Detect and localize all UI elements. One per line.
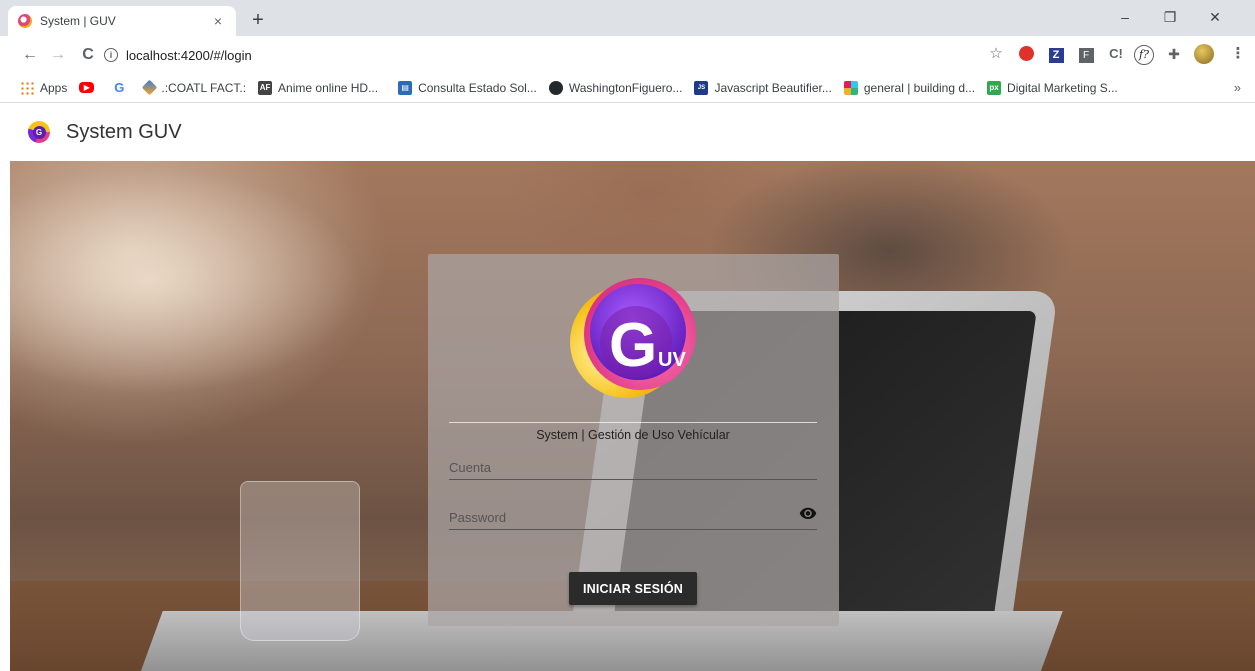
browser-toolbar: ← → C i localhost:4200/#/login ☆ Z F C! … [0,36,1255,73]
google-icon: G [114,80,125,95]
browser-menu-icon[interactable]: ⋮ [1228,44,1248,64]
coatl-icon [142,79,158,96]
bookmark-anime[interactable]: AF Anime online HD... [258,80,379,95]
consulta-icon: ▤ [398,80,413,95]
bookmark-label: .:COATL FACT.: [161,80,247,95]
bookmark-apps[interactable]: Apps [20,80,68,95]
close-window-button[interactable]: ✕ [1195,4,1235,30]
bookmark-label: Anime online HD... [278,80,379,95]
feedly-extension-icon[interactable]: F [1076,44,1096,64]
slack-icon [843,80,858,95]
bookmark-label: general | building d... [863,80,976,95]
bookmark-beautifier[interactable]: JS Javascript Beautifier... [694,80,832,95]
show-password-eye-icon[interactable] [799,504,817,522]
minimize-button[interactable]: – [1105,4,1145,30]
logo-letters-uv: UV [658,349,686,371]
guv-favicon-icon [18,14,32,28]
tab-close-icon[interactable]: × [210,13,226,29]
app-title: System GUV [66,120,182,143]
login-card: G UV System | Gestión de Uso Vehícular I… [428,254,839,626]
site-info-icon[interactable]: i [104,48,118,62]
extensions-puzzle-icon[interactable]: ✚ [1164,44,1184,64]
background-light-glow [10,161,410,461]
account-input[interactable] [449,450,817,479]
px-icon: px [987,80,1002,95]
login-submit-button[interactable]: INICIAR SESIÓN [569,572,697,605]
app-header: G System GUV [0,103,1255,161]
bookmark-github[interactable]: WashingtonFiguero... [548,80,683,95]
back-button[interactable]: ← [18,43,42,67]
password-input[interactable] [449,500,817,529]
url-text: localhost:4200/#/login [126,47,252,63]
zotero-extension-icon[interactable]: Z [1046,44,1066,64]
app-logo-icon[interactable]: G [28,121,50,143]
bookmark-label: Consulta Estado Sol... [418,80,537,95]
bookmark-google[interactable]: G [112,80,132,95]
apps-grid-icon [20,80,34,95]
logo-letter-g: G [609,311,657,380]
bookmark-label: Digital Marketing S... [1007,80,1118,95]
new-tab-button[interactable]: + [246,8,270,32]
anime-icon: AF [258,80,273,95]
restore-button[interactable]: ❐ [1150,4,1190,30]
youtube-icon: ▶ [79,82,95,93]
fx-extension-icon[interactable]: f? [1134,44,1154,65]
address-bar[interactable]: i localhost:4200/#/login [104,41,1004,69]
c-extension-icon[interactable]: C! [1106,44,1126,64]
profile-avatar-icon[interactable] [1194,44,1214,64]
bookmark-coatl[interactable]: .:COATL FACT.: [142,79,247,96]
guv-logo-icon: G UV [570,278,696,398]
reload-button[interactable]: C [76,43,100,67]
password-field [449,500,817,530]
bookmark-youtube[interactable]: ▶ [79,82,100,93]
app-logo-letter: G [32,125,46,139]
browser-tab-strip: System | GUV × + – ❐ ✕ [0,0,1255,36]
forward-button[interactable]: → [46,43,70,67]
bookmark-slack[interactable]: general | building d... [843,80,976,95]
beautifier-icon: JS [694,80,709,95]
bookmark-consulta[interactable]: ▤ Consulta Estado Sol... [398,80,537,95]
bookmark-label: Apps [40,80,68,95]
bookmark-label: WashingtonFiguero... [568,80,683,95]
tab-title: System | GUV [40,14,116,28]
login-subtitle: System | Gestión de Uso Vehícular [536,428,730,442]
bookmarks-overflow-icon[interactable]: » [1234,80,1241,95]
opera-extension-icon[interactable] [1016,44,1036,64]
bookmark-star-icon[interactable]: ☆ [986,44,1006,64]
github-icon [548,80,563,95]
account-field [449,450,817,480]
bookmark-label: Javascript Beautifier... [714,80,832,95]
browser-tab[interactable]: System | GUV × [8,6,236,36]
bookmarks-bar: Apps ▶ G .:COATL FACT.: AF Anime online … [0,73,1255,103]
card-divider [449,422,817,423]
bookmark-digital-marketing[interactable]: px Digital Marketing S... [987,80,1118,95]
background-glass [240,481,360,641]
